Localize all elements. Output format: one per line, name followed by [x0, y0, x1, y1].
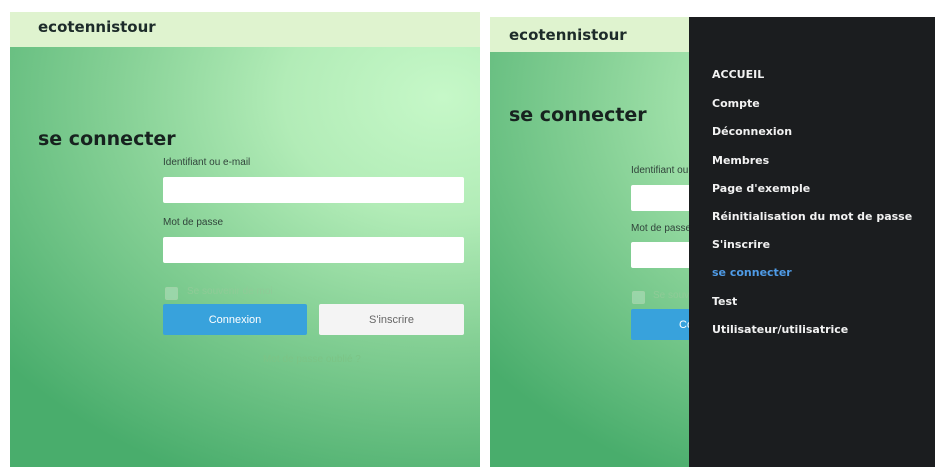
username-input[interactable] — [163, 177, 464, 203]
remember-me-label[interactable]: Se souvenir de moi — [187, 286, 273, 297]
page-title: se connecter — [509, 104, 647, 126]
login-page-with-menu-view: ecotennistour se connecter Identifiant o… — [490, 17, 935, 467]
menu-item-membres[interactable]: Membres — [712, 154, 769, 167]
navigation-drawer: ACCUEIL Compte Déconnexion Membres Page … — [689, 17, 935, 467]
menu-item-se-connecter[interactable]: se connecter — [712, 266, 792, 279]
forgot-password-link[interactable]: Mot de passe oublié ? — [263, 354, 361, 365]
menu-item-accueil[interactable]: ACCUEIL — [712, 68, 764, 81]
remember-me-checkbox[interactable] — [165, 287, 178, 300]
site-title-link[interactable]: ecotennistour — [509, 26, 627, 44]
password-label: Mot de passe — [631, 223, 692, 234]
remember-me-label[interactable]: Se souv — [653, 290, 689, 301]
login-button[interactable]: Connexion — [163, 304, 307, 335]
remember-me-checkbox[interactable] — [632, 291, 645, 304]
password-label: Mot de passe — [163, 217, 224, 228]
menu-item-reinitialisation[interactable]: Réinitialisation du mot de passe — [712, 210, 912, 223]
menu-item-deconnexion[interactable]: Déconnexion — [712, 125, 792, 138]
username-label: Identifiant ou e-mail — [163, 157, 251, 168]
site-title-link[interactable]: ecotennistour — [38, 18, 156, 36]
menu-item-test[interactable]: Test — [712, 295, 737, 308]
password-input[interactable] — [163, 237, 464, 263]
signup-button[interactable]: S'inscrire — [319, 304, 464, 335]
menu-item-utilisateur[interactable]: Utilisateur/utilisatrice — [712, 323, 848, 336]
site-header: ecotennistour — [10, 12, 480, 47]
username-label: Identifiant ou — [631, 165, 689, 176]
page-title: se connecter — [38, 128, 176, 150]
menu-item-inscrire[interactable]: S'inscrire — [712, 238, 770, 251]
menu-item-compte[interactable]: Compte — [712, 97, 760, 110]
login-page-view: ecotennistour se connecter Identifiant o… — [10, 12, 480, 467]
menu-item-page-exemple[interactable]: Page d'exemple — [712, 182, 810, 195]
